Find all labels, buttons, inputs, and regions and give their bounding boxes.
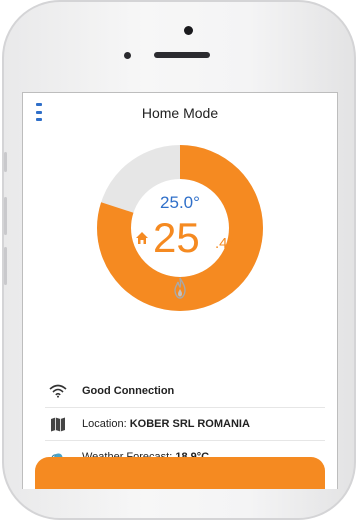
setpoint-temperature[interactable]: 25.0° <box>127 193 233 213</box>
map-icon <box>48 416 68 432</box>
bottom-action-bar[interactable] <box>35 457 325 489</box>
wifi-icon <box>48 383 68 399</box>
proximity-sensor <box>124 52 131 59</box>
current-temperature: 25 .4° <box>113 213 253 263</box>
front-camera <box>184 26 193 35</box>
current-temperature-decimal: .4° <box>215 235 234 252</box>
location-row: Location: KOBER SRL ROMANIA <box>45 407 325 440</box>
side-button <box>4 152 7 172</box>
page-title: Home Mode <box>141 105 219 121</box>
connection-row: Good Connection <box>45 375 325 407</box>
connection-status: Good Connection <box>82 385 175 397</box>
earpiece-speaker <box>154 52 210 58</box>
location-value: KOBER SRL ROMANIA <box>129 418 250 430</box>
current-temperature-integer: 25 <box>153 214 200 261</box>
side-button <box>4 247 7 285</box>
app-screen: Home Mode 25.0° 25 .4° Good Connection L… <box>22 92 338 489</box>
flame-icon <box>174 277 186 299</box>
location-label: Location: <box>82 418 127 430</box>
home-icon <box>136 232 148 244</box>
side-button <box>4 197 7 235</box>
